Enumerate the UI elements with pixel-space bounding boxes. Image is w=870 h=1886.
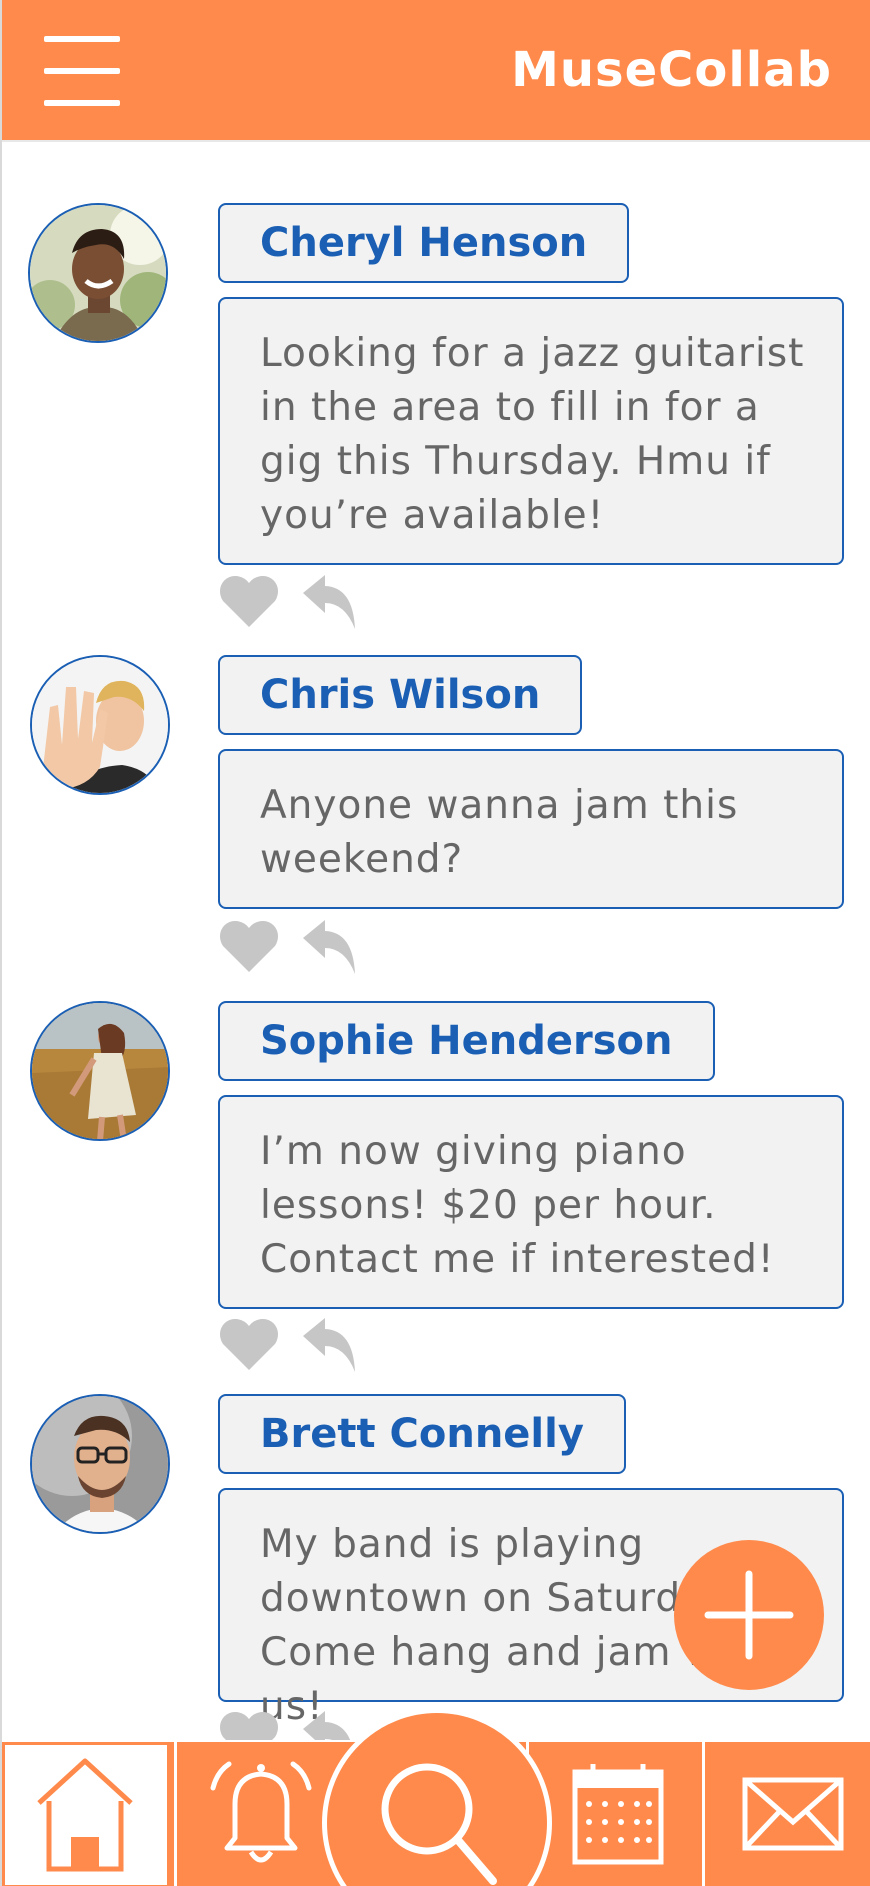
app-header: MuseCollab	[2, 0, 870, 142]
avatar[interactable]	[30, 655, 170, 795]
avatar-photo-woman-field	[32, 1003, 168, 1139]
post-actions	[216, 573, 359, 633]
post-message: I’m now giving piano lessons! $20 per ho…	[218, 1095, 844, 1309]
post-author[interactable]: Chris Wilson	[218, 655, 583, 735]
heart-icon[interactable]	[216, 1316, 282, 1372]
nav-home[interactable]	[2, 1742, 170, 1886]
home-icon	[37, 1758, 133, 1872]
post-author[interactable]: Sophie Henderson	[218, 1001, 715, 1081]
post-actions	[216, 918, 359, 978]
avatar-photo-man-glasses	[32, 1396, 168, 1532]
heart-icon[interactable]	[216, 918, 282, 974]
avatar[interactable]	[30, 1001, 170, 1141]
bell-icon	[210, 1761, 312, 1863]
heart-icon[interactable]	[216, 573, 282, 629]
nav-calendar[interactable]	[526, 1742, 702, 1886]
hamburger-menu-icon[interactable]	[44, 36, 120, 106]
app-screen: MuseCollab Cheryl Henson Looking for a j…	[0, 0, 870, 1886]
avatar[interactable]	[28, 203, 168, 343]
reply-arrow-icon[interactable]	[299, 1316, 359, 1374]
nav-messages[interactable]	[702, 1742, 870, 1886]
post-author[interactable]: Cheryl Henson	[218, 203, 630, 283]
post-message: Anyone wanna jam this weekend?	[218, 749, 844, 909]
post-feed: Cheryl Henson Looking for a jazz guitari…	[2, 140, 870, 1765]
plus-icon	[704, 1570, 794, 1660]
post-actions	[216, 1316, 359, 1376]
app-title: MuseCollab	[511, 42, 832, 98]
search-icon	[381, 1763, 497, 1885]
reply-arrow-icon[interactable]	[299, 573, 359, 631]
new-post-button[interactable]	[674, 1540, 824, 1690]
calendar-icon	[572, 1764, 664, 1865]
avatar[interactable]	[30, 1394, 170, 1534]
post-message: Looking for a jazz guitarist in the area…	[218, 297, 844, 565]
nav-search[interactable]	[322, 1708, 552, 1886]
post-author[interactable]: Brett Connelly	[218, 1394, 626, 1474]
nav-notifications[interactable]	[174, 1742, 346, 1886]
avatar-photo-man-hand-raised	[32, 657, 168, 793]
mail-icon	[742, 1777, 844, 1851]
reply-arrow-icon[interactable]	[299, 918, 359, 976]
avatar-photo-woman-smiling	[30, 205, 166, 341]
